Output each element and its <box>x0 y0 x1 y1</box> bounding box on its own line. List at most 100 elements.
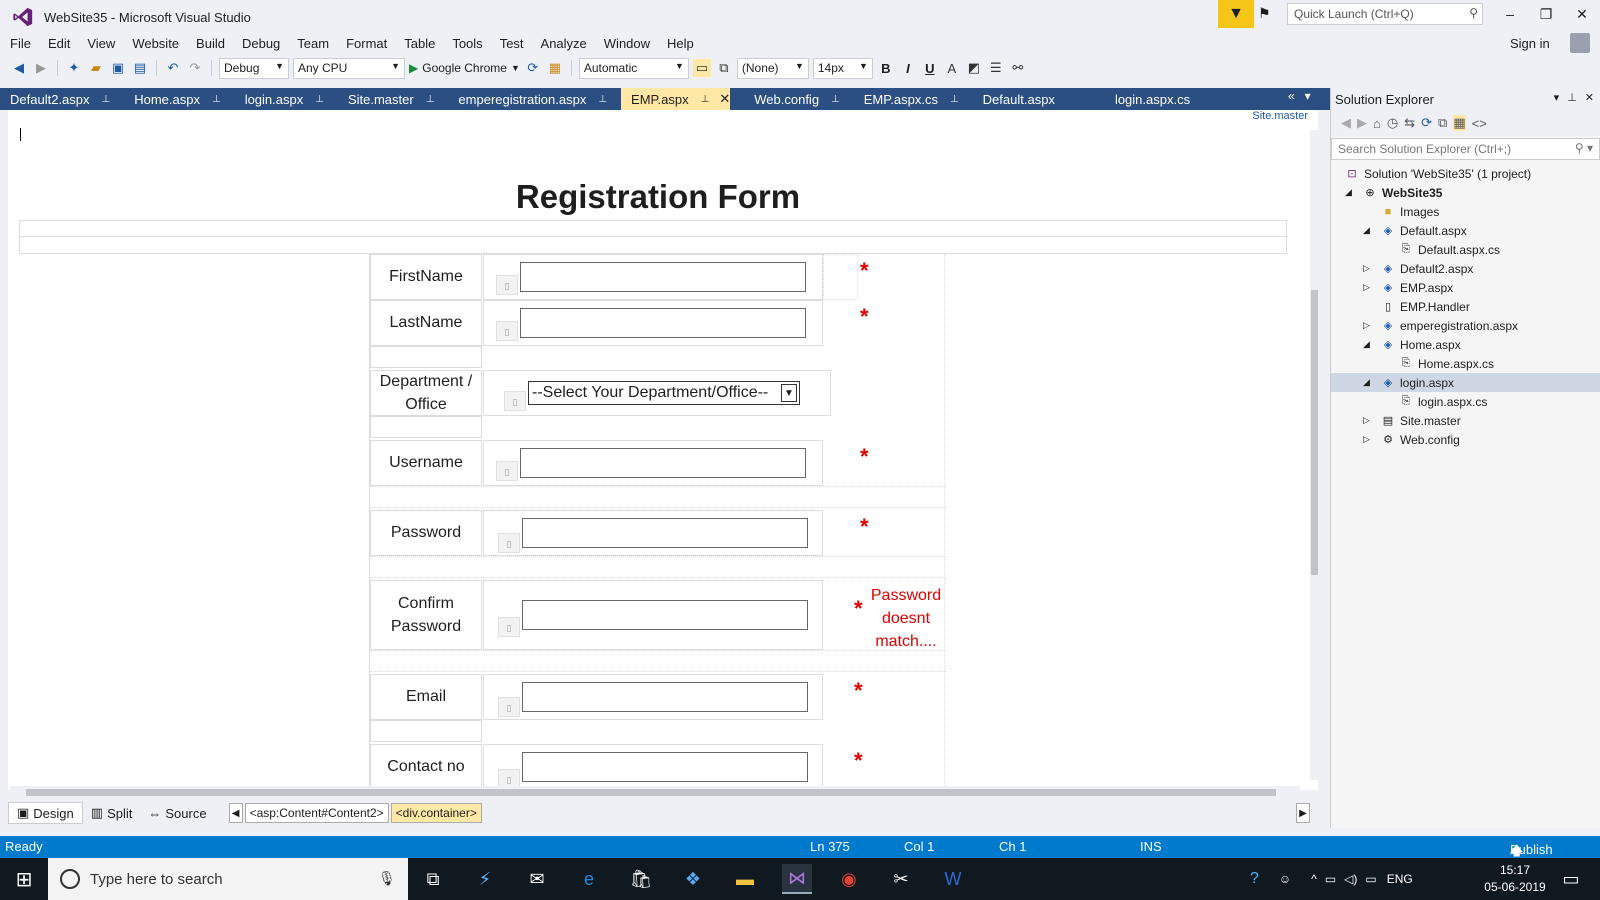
action-center-icon[interactable]: ▭ <box>1556 864 1586 894</box>
position-dropdown[interactable]: Automatic ▼ <box>578 57 689 79</box>
font-color-icon[interactable]: A <box>943 59 961 77</box>
menu-debug[interactable]: Debug <box>236 36 286 51</box>
dropbox-icon[interactable]: ❖ <box>678 864 708 894</box>
configuration-dropdown[interactable]: Debug ▼ <box>219 57 289 79</box>
email-input[interactable] <box>522 682 808 712</box>
breadcrumb-div-container[interactable]: <div.container> <box>390 803 482 823</box>
save-icon[interactable]: ▣ <box>109 59 127 77</box>
collapse-all-icon[interactable]: ⧉ <box>1438 115 1447 131</box>
lastname-input[interactable] <box>520 308 806 338</box>
collapsed-icon[interactable]: ▷ <box>1363 282 1373 293</box>
view-code-icon[interactable]: <> <box>1472 116 1487 131</box>
visual-studio-taskbar-icon[interactable]: ⋈ <box>782 864 812 894</box>
tab-login-aspx[interactable]: login.aspx ⊥ <box>235 88 324 110</box>
visual-studio-code-icon[interactable]: ⚡ <box>470 864 500 894</box>
collapsed-icon[interactable]: ▷ <box>1363 415 1373 426</box>
volume-icon[interactable]: ◁) <box>1344 872 1357 886</box>
task-view-icon[interactable]: ⧉ <box>418 864 448 894</box>
menu-table[interactable]: Table <box>398 36 441 51</box>
menu-build[interactable]: Build <box>190 36 231 51</box>
tree-item-solution[interactable]: ⊡ Solution 'WebSite35' (1 project) <box>1331 164 1600 183</box>
tab-emperegistration-aspx[interactable]: emperegistration.aspx ⊥ <box>448 88 607 110</box>
firstname-input[interactable] <box>520 262 806 292</box>
font-size-dropdown[interactable]: 14px ▼ <box>812 57 873 79</box>
help-icon[interactable]: ? <box>1250 870 1259 888</box>
clock[interactable]: 15:17 05-06-2019 <box>1480 862 1550 896</box>
underline-button[interactable]: U <box>921 61 939 76</box>
minimize-button[interactable]: – <box>1492 0 1528 28</box>
chevron-up-icon[interactable]: ^ <box>1311 872 1317 886</box>
tree-item-home-aspx-cs[interactable]: ⎘ Home.aspx.cs <box>1331 354 1600 373</box>
menu-team[interactable]: Team <box>291 36 335 51</box>
absolute-position-icon[interactable]: ⧉ <box>715 59 733 77</box>
new-project-icon[interactable]: ✦ <box>65 59 83 77</box>
sign-in-link[interactable]: Sign in <box>1510 36 1550 51</box>
tab-emp-aspx-cs[interactable]: EMP.aspx.cs ⊥ <box>854 88 959 110</box>
expanded-icon[interactable]: ◢ <box>1363 377 1373 388</box>
italic-button[interactable]: I <box>899 61 917 76</box>
menu-edit[interactable]: Edit <box>42 36 76 51</box>
breadcrumb-content2[interactable]: <asp:Content#Content2> <box>244 803 389 823</box>
tab-default2-aspx[interactable]: Default2.aspx ⊥ <box>0 88 110 110</box>
pin-icon[interactable]: ⊥ <box>701 94 710 105</box>
tab-site-master[interactable]: Site.master ⊥ <box>338 88 434 110</box>
tree-item-default-aspx-cs[interactable]: ⎘ Default.aspx.cs <box>1331 240 1600 259</box>
history-icon[interactable]: ◷ <box>1387 115 1398 131</box>
align-left-icon[interactable]: ☰ <box>987 59 1005 77</box>
close-icon[interactable]: ✕ <box>1585 91 1594 104</box>
collapsed-icon[interactable]: ▷ <box>1363 434 1373 445</box>
platform-dropdown[interactable]: Any CPU ▼ <box>293 57 405 79</box>
pin-icon[interactable]: ⊥ <box>426 94 435 105</box>
show-all-files-icon[interactable]: ▦ <box>1453 115 1466 131</box>
menu-tools[interactable]: Tools <box>446 36 488 51</box>
menu-test[interactable]: Test <box>494 36 530 51</box>
expanded-icon[interactable]: ◢ <box>1363 225 1373 236</box>
menu-help[interactable]: Help <box>661 36 700 51</box>
tree-item-emperegistration-aspx[interactable]: ▷ ◈ emperegistration.aspx <box>1331 316 1600 335</box>
quick-launch-input[interactable]: Quick Launch (Ctrl+Q) ⚲ <box>1287 3 1483 25</box>
tree-item-default2-aspx[interactable]: ▷ ◈ Default2.aspx <box>1331 259 1600 278</box>
tab-emp-aspx[interactable]: EMP.aspx ⊥ ✕ <box>621 88 731 110</box>
redo-icon[interactable]: ↷ <box>186 59 204 77</box>
expanded-icon[interactable]: ◢ <box>1363 339 1373 350</box>
undo-icon[interactable]: ↶ <box>164 59 182 77</box>
bold-button[interactable]: B <box>877 61 895 76</box>
tree-item-login-aspx-cs[interactable]: ⎘ login.aspx.cs <box>1331 392 1600 411</box>
tree-item-default-aspx[interactable]: ◢ ◈ Default.aspx <box>1331 221 1600 240</box>
department-select[interactable]: --Select Your Department/Office-- ▼ <box>528 381 800 405</box>
sync-icon[interactable]: ⇆ <box>1404 115 1415 131</box>
password-input[interactable] <box>522 518 808 548</box>
collapsed-icon[interactable]: ▷ <box>1363 263 1373 274</box>
pin-icon[interactable]: ⊥ <box>212 94 221 105</box>
tree-item-website35[interactable]: ◢ ⊕ WebSite35 <box>1331 183 1600 202</box>
pin-icon[interactable]: ⊥ <box>598 94 607 105</box>
pin-icon[interactable]: ⊥ <box>831 94 840 105</box>
feedback-icon[interactable]: ⚑ <box>1258 5 1278 23</box>
start-debug-button[interactable]: ▶ Google Chrome ▼ <box>409 61 520 75</box>
split-view-button[interactable]: ▥ Split <box>83 803 141 823</box>
confirm-password-input[interactable] <box>522 600 808 630</box>
tree-item-images[interactable]: ■ Images <box>1331 202 1600 221</box>
tree-item-login-aspx[interactable]: ◢ ◈ login.aspx <box>1331 373 1600 392</box>
style-dropdown[interactable]: (None) ▼ <box>736 57 809 79</box>
user-account-icon[interactable] <box>1570 33 1590 53</box>
menu-view[interactable]: View <box>81 36 121 51</box>
tree-item-site-master[interactable]: ▷ ▤ Site.master <box>1331 411 1600 430</box>
tab-default-aspx[interactable]: Default.aspx <box>973 88 1055 110</box>
browser-link-icon[interactable]: ▦ <box>546 59 564 77</box>
layout-icon[interactable]: ▭ <box>692 59 711 77</box>
horizontal-scroll-thumb[interactable] <box>26 789 1276 796</box>
contact-input[interactable] <box>522 752 808 782</box>
tab-web-config[interactable]: Web.config ⊥ <box>744 88 840 110</box>
mail-icon[interactable]: ✉ <box>522 864 552 894</box>
network-icon[interactable]: ▭ <box>1365 872 1376 886</box>
word-icon[interactable]: W <box>938 864 968 894</box>
pin-icon[interactable]: ⊥ <box>950 94 959 105</box>
battery-icon[interactable]: ▭ <box>1325 872 1336 886</box>
tree-item-home-aspx[interactable]: ◢ ◈ Home.aspx <box>1331 335 1600 354</box>
tools-icon[interactable]: ✂ <box>886 864 916 894</box>
menu-window[interactable]: Window <box>598 36 656 51</box>
save-all-icon[interactable]: ▤ <box>131 59 149 77</box>
solution-explorer-search[interactable]: Search Solution Explorer (Ctrl+;) ⚲ ▾ <box>1331 138 1600 160</box>
store-icon[interactable]: 🛍 <box>626 864 656 894</box>
